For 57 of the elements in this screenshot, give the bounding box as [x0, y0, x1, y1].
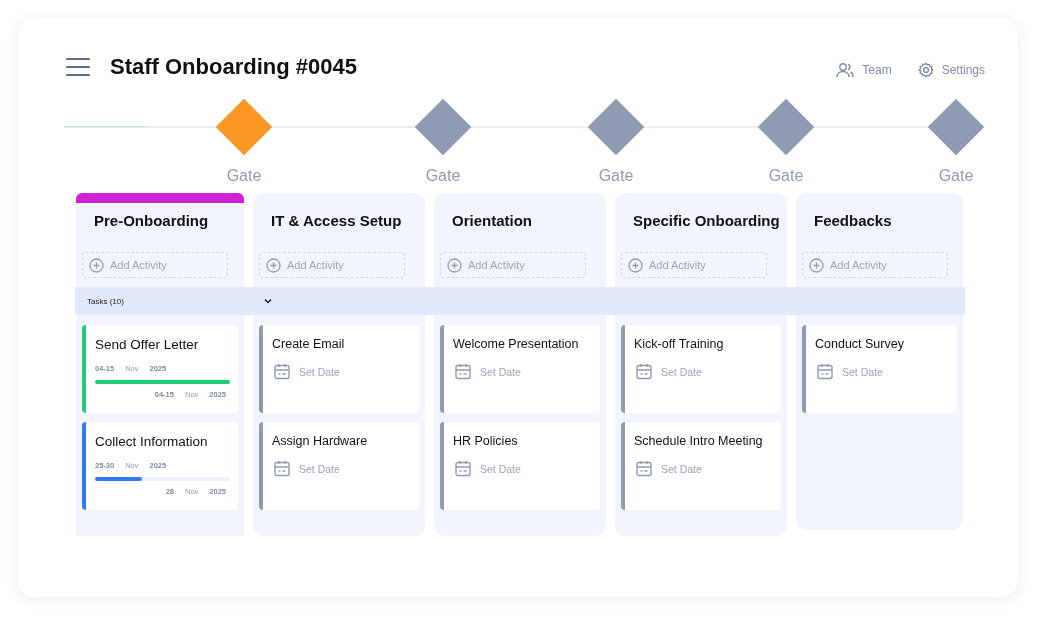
- add-activity-button[interactable]: Add Activity: [621, 252, 767, 278]
- calendar-icon: [274, 363, 290, 380]
- plus-circle-icon: [266, 257, 281, 273]
- gate-label: Gate: [768, 167, 804, 185]
- column-title: Feedbacks: [814, 212, 893, 231]
- task-card[interactable]: Schedule Intro Meeting Set Date: [621, 422, 781, 510]
- task-title: Collect Information: [95, 434, 209, 449]
- task-card[interactable]: Create Email Set Date: [259, 325, 419, 413]
- team-button[interactable]: Team: [836, 62, 892, 78]
- calendar-icon: [636, 460, 652, 477]
- task-title: Kick-off Training: [634, 337, 725, 351]
- task-title: Schedule Intro Meeting: [634, 434, 764, 448]
- plus-circle-icon: [89, 257, 104, 273]
- settings-button[interactable]: Settings: [917, 62, 985, 78]
- set-date-button[interactable]: Set Date: [453, 460, 521, 477]
- task-title: Send Offer Letter: [95, 337, 200, 352]
- column-title: Orientation: [452, 212, 533, 231]
- gate-label: Gate: [938, 167, 974, 185]
- calendar-icon: [817, 363, 833, 380]
- gate-label: Gate: [425, 167, 461, 185]
- tasks-toggle-bar[interactable]: Tasks (10): [75, 287, 965, 315]
- task-title: Welcome Presentation: [453, 337, 580, 351]
- calendar-icon: [636, 363, 652, 380]
- add-activity-button[interactable]: Add Activity: [82, 252, 228, 278]
- set-date-button[interactable]: Set Date: [272, 460, 340, 477]
- task-title: Create Email: [272, 337, 346, 351]
- task-title: Assign Hardware: [272, 434, 369, 448]
- set-date-button[interactable]: Set Date: [634, 460, 702, 477]
- plus-circle-icon: [809, 257, 824, 273]
- add-activity-button[interactable]: Add Activity: [440, 252, 586, 278]
- set-date-button[interactable]: Set Date: [815, 363, 883, 380]
- task-card[interactable]: Kick-off Training Set Date: [621, 325, 781, 413]
- gate-label: Gate: [598, 167, 634, 185]
- task-card[interactable]: HR Policies Set Date: [440, 422, 600, 510]
- set-date-button[interactable]: Set Date: [453, 363, 521, 380]
- task-title: Conduct Survey: [815, 337, 905, 351]
- page-title: Staff Onboarding #0045: [110, 54, 357, 80]
- plus-circle-icon: [628, 257, 643, 273]
- column-title: Specific Onboarding: [633, 212, 781, 231]
- gate-label: Gate: [226, 167, 262, 185]
- calendar-icon: [455, 363, 471, 380]
- column-title: Pre-Onboarding: [94, 212, 210, 231]
- plus-circle-icon: [447, 257, 462, 273]
- set-date-button[interactable]: Set Date: [272, 363, 340, 380]
- set-date-button[interactable]: Set Date: [634, 363, 702, 380]
- task-card[interactable]: Assign Hardware Set Date: [259, 422, 419, 510]
- task-card[interactable]: Welcome Presentation Set Date: [440, 325, 600, 413]
- task-title: HR Policies: [453, 434, 519, 448]
- calendar-icon: [274, 460, 290, 477]
- people-icon: [836, 62, 855, 78]
- menu-icon[interactable]: [66, 58, 90, 76]
- task-card[interactable]: Conduct Survey Set Date: [802, 325, 957, 413]
- calendar-icon: [455, 460, 471, 477]
- add-activity-button[interactable]: Add Activity: [259, 252, 405, 278]
- settings-icon: [917, 62, 934, 78]
- add-activity-button[interactable]: Add Activity: [802, 252, 948, 278]
- column-title: IT & Access Setup: [271, 212, 403, 231]
